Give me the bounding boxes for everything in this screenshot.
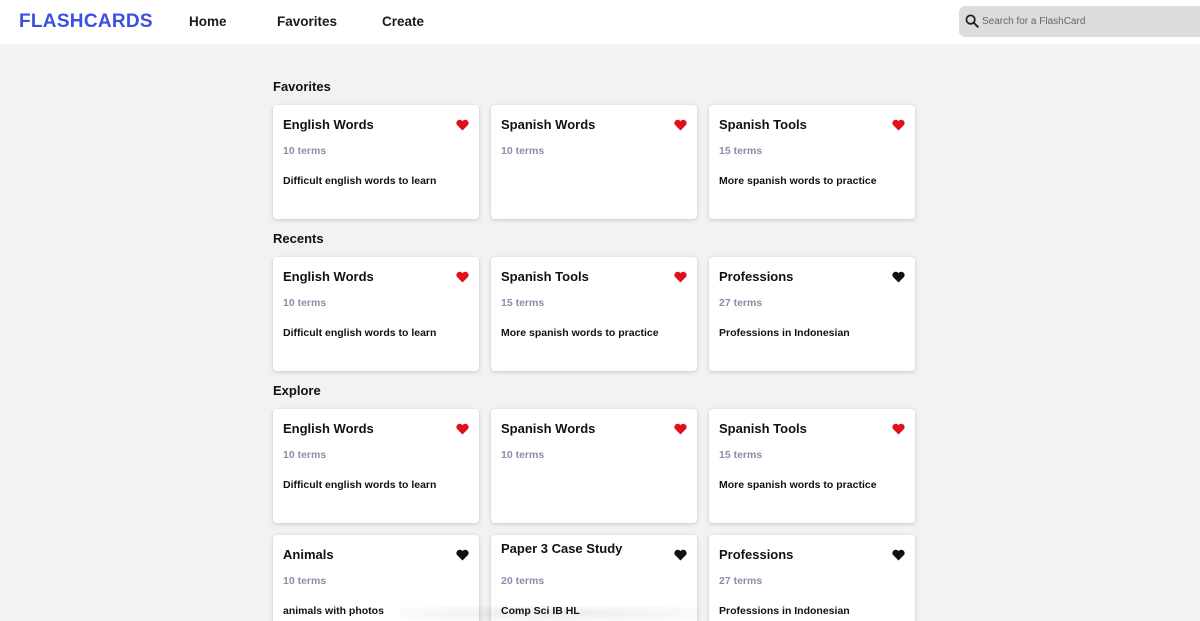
card-title: Spanish Words xyxy=(501,117,596,132)
scroll-shadow xyxy=(400,606,700,621)
card-title: English Words xyxy=(283,117,374,132)
card-description: Difficult english words to learn xyxy=(283,175,437,187)
nav-home[interactable]: Home xyxy=(189,14,227,29)
card-title: Spanish Tools xyxy=(501,269,589,284)
card-term-count: 15 terms xyxy=(719,145,763,157)
section-title-explore: Explore xyxy=(273,383,321,398)
card-title: Professions xyxy=(719,269,794,284)
search-box xyxy=(959,6,1200,37)
flashcard-set-card[interactable]: Spanish Tools 15 terms More spanish words … xyxy=(491,257,697,371)
section-title-favorites: Favorites xyxy=(273,79,331,94)
search-icon[interactable] xyxy=(965,14,979,28)
card-title: Spanish Tools xyxy=(719,117,807,132)
heart-filled-red-icon[interactable] xyxy=(456,423,469,435)
card-term-count: 10 terms xyxy=(283,297,327,309)
card-title: English Words xyxy=(283,421,374,436)
card-description: Professions in Indonesian xyxy=(719,327,850,339)
card-term-count: 10 terms xyxy=(501,449,545,461)
brand-logo[interactable]: FLASHCARDS xyxy=(19,11,153,33)
heart-filled-red-icon[interactable] xyxy=(456,271,469,283)
search-input[interactable] xyxy=(981,6,1196,37)
flashcard-set-card[interactable]: Spanish Words 10 terms xyxy=(491,105,697,219)
card-title: Spanish Words xyxy=(501,421,596,436)
card-term-count: 27 terms xyxy=(719,575,763,587)
card-term-count: 20 terms xyxy=(501,575,545,587)
heart-icon[interactable] xyxy=(892,271,905,283)
card-description: More spanish words to practice xyxy=(719,175,877,187)
heart-filled-red-icon[interactable] xyxy=(674,119,687,131)
flashcard-set-card[interactable]: Professions 27 terms Professions in Indone… xyxy=(709,257,915,371)
card-description: animals with photos xyxy=(283,605,384,617)
flashcard-set-card[interactable]: Spanish Tools 15 terms More spanish words … xyxy=(709,409,915,523)
card-title: English Words xyxy=(283,269,374,284)
heart-filled-red-icon[interactable] xyxy=(674,423,687,435)
flashcard-set-card[interactable]: Spanish Words 10 terms xyxy=(491,409,697,523)
heart-filled-red-icon[interactable] xyxy=(456,119,469,131)
heart-icon[interactable] xyxy=(892,549,905,561)
heart-icon[interactable] xyxy=(456,549,469,561)
section-title-recents: Recents xyxy=(273,231,324,246)
flashcard-set-card[interactable]: Professions 27 terms Professions in Indone… xyxy=(709,535,915,621)
card-description: Professions in Indonesian xyxy=(719,605,850,617)
card-description: Difficult english words to learn xyxy=(283,479,437,491)
heart-filled-red-icon[interactable] xyxy=(892,423,905,435)
card-title: Paper 3 Case Study xyxy=(501,541,623,556)
heart-filled-red-icon[interactable] xyxy=(892,119,905,131)
flashcard-set-card[interactable]: English Words 10 terms Difficult english w… xyxy=(273,105,479,219)
card-term-count: 27 terms xyxy=(719,297,763,309)
flashcard-set-card[interactable]: English Words 10 terms Difficult english w… xyxy=(273,257,479,371)
top-navbar: FLASHCARDS Home Favorites Create xyxy=(0,0,1200,44)
card-description: Difficult english words to learn xyxy=(283,327,437,339)
card-term-count: 10 terms xyxy=(501,145,545,157)
card-title: Spanish Tools xyxy=(719,421,807,436)
flashcard-set-card[interactable]: Spanish Tools 15 terms More spanish words … xyxy=(709,105,915,219)
card-description: More spanish words to practice xyxy=(719,479,877,491)
card-term-count: 15 terms xyxy=(719,449,763,461)
card-title: Professions xyxy=(719,547,794,562)
nav-create[interactable]: Create xyxy=(382,14,424,29)
flashcard-set-card[interactable]: English Words 10 terms Difficult english w… xyxy=(273,409,479,523)
nav-favorites[interactable]: Favorites xyxy=(277,14,337,29)
card-term-count: 10 terms xyxy=(283,145,327,157)
heart-filled-red-icon[interactable] xyxy=(674,271,687,283)
card-description: More spanish words to practice xyxy=(501,327,659,339)
card-term-count: 10 terms xyxy=(283,575,327,587)
card-title: Animals xyxy=(283,547,334,562)
card-term-count: 10 terms xyxy=(283,449,327,461)
heart-icon[interactable] xyxy=(674,549,687,561)
card-term-count: 15 terms xyxy=(501,297,545,309)
